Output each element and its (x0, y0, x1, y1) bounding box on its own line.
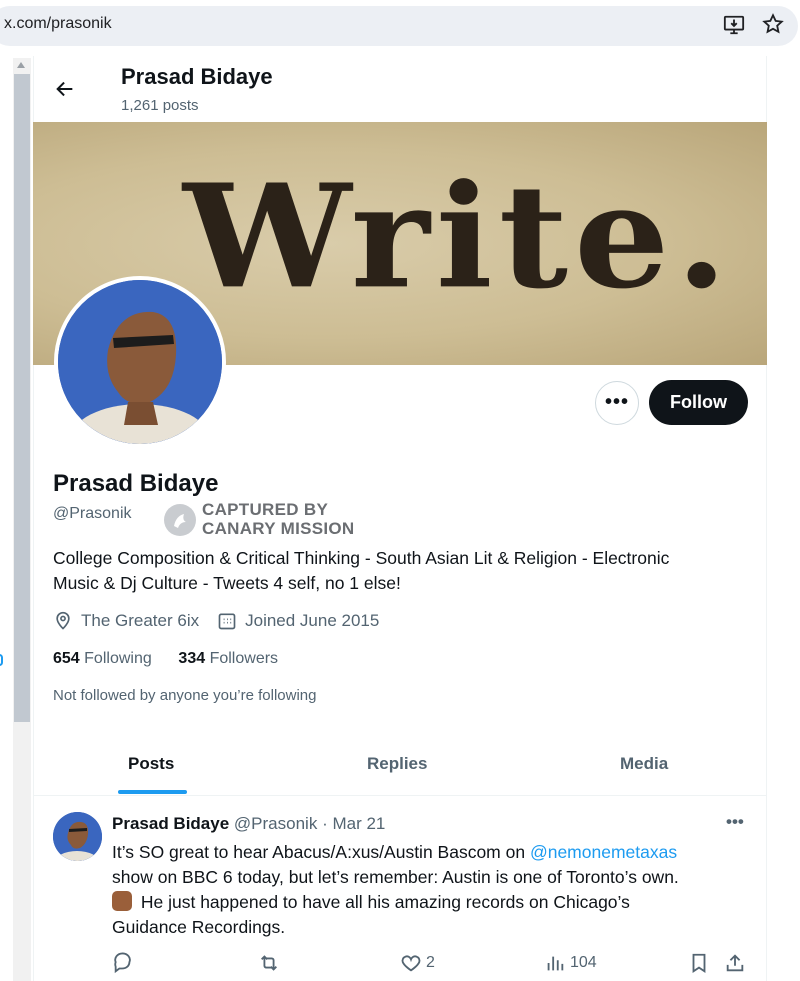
like-count: 2 (426, 954, 435, 971)
post-text: It’s SO great to hear Abacus/A:xus/Austi… (112, 840, 752, 940)
post-more-icon[interactable]: ••• (726, 812, 744, 832)
profile-meta: The Greater 6ix Joined June 2015 (53, 609, 397, 633)
location-pin-icon (56, 611, 70, 630)
profile-bio: College Composition & Critical Thinking … (53, 546, 743, 596)
badge-line-1: CAPTURED BY (202, 500, 329, 519)
post-author-name[interactable]: Prasad Bidaye (112, 814, 229, 833)
tab-replies[interactable]: Replies (367, 754, 427, 774)
back-arrow-icon[interactable] (54, 78, 76, 100)
view-count: 104 (570, 954, 597, 971)
post-actions: 2 104 (112, 952, 752, 976)
url-text[interactable]: x.com/prasonik (4, 15, 112, 33)
like-button[interactable]: 2 (400, 952, 435, 974)
banner-text: Write. (183, 153, 734, 321)
scroll-up-arrow-icon[interactable] (17, 62, 25, 68)
profile-name: Prasad Bidaye (53, 470, 219, 497)
calendar-icon (218, 613, 236, 630)
tab-posts[interactable]: Posts (128, 754, 174, 774)
follow-counts: 654 Following 334 Followers (53, 650, 278, 668)
post-author-handle[interactable]: @Prasonik (234, 814, 317, 833)
followers-link[interactable]: 334 Followers (178, 650, 278, 667)
profile-avatar[interactable] (54, 276, 226, 448)
canary-mission-badge: CAPTURED BY CANARY MISSION (202, 500, 355, 538)
bookmark-button[interactable] (688, 952, 710, 974)
address-bar[interactable] (0, 6, 798, 46)
reply-icon (114, 952, 131, 974)
post-text-c: He just happened to have all his amazing… (136, 892, 630, 912)
bio-line-1: College Composition & Critical Thinking … (53, 548, 670, 568)
bookmark-icon (692, 953, 706, 973)
post-text-d: Guidance Recordings. (112, 917, 286, 937)
profile-tabs: Posts Replies Media (33, 740, 767, 796)
not-followed-note: Not followed by anyone you’re following (53, 687, 317, 704)
views-chart-icon (547, 956, 564, 971)
install-app-icon[interactable] (723, 14, 745, 36)
bio-line-2: Music & Dj Culture - Tweets 4 self, no 1… (53, 573, 401, 593)
follow-button[interactable]: Follow (649, 380, 748, 425)
profile-handle: @Prasonik (53, 505, 132, 522)
post-mention-link[interactable]: @nemonemetaxas (530, 842, 677, 862)
location-text: The Greater 6ix (81, 611, 200, 630)
post-date[interactable]: Mar 21 (332, 814, 385, 833)
tab-media[interactable]: Media (620, 754, 668, 774)
views-button[interactable]: 104 (544, 952, 597, 974)
post-text-a: It’s SO great to hear Abacus/A:xus/Austi… (112, 842, 530, 862)
header-posts-count: 1,261 posts (121, 97, 199, 114)
edge-indicator (0, 654, 3, 666)
post-separator: · (322, 814, 328, 833)
badge-line-2: CANARY MISSION (202, 519, 355, 538)
header-profile-name: Prasad Bidaye (121, 64, 273, 89)
bookmark-star-icon[interactable] (762, 13, 784, 35)
more-dots-icon: ••• (604, 391, 629, 413)
share-icon (726, 954, 744, 972)
share-button[interactable] (724, 952, 746, 974)
post-avatar-photo (53, 812, 102, 861)
post-avatar[interactable] (53, 812, 102, 861)
post-header: Prasad Bidaye @Prasonik · Mar 21 (112, 814, 385, 834)
active-tab-indicator (118, 790, 187, 794)
repost-button[interactable] (258, 952, 280, 974)
joined-date: Joined June 2015 (245, 611, 380, 630)
heart-icon (401, 955, 421, 972)
more-options-button[interactable]: ••• (595, 381, 639, 425)
browser-toolbar: x.com/prasonik (0, 0, 800, 50)
post-text-b: show on BBC 6 today, but let’s remember:… (112, 867, 679, 887)
following-link[interactable]: 654 Following (53, 650, 152, 667)
repost-icon (261, 955, 277, 971)
avatar-photo (58, 280, 222, 444)
scrollbar-thumb[interactable] (14, 74, 30, 722)
raised-fist-emoji-icon (112, 891, 132, 911)
canary-bird-icon (164, 504, 196, 536)
reply-button[interactable] (112, 952, 134, 974)
